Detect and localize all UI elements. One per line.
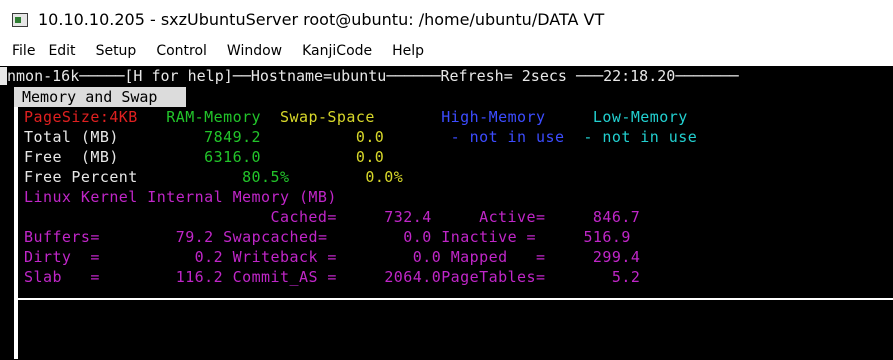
kernel-slab-row: Slab = 116.2 Commit_AS = 2064.0PageTable… [24, 267, 640, 287]
free-label: Free (MB) [24, 148, 119, 166]
header-sep: ─────── [675, 67, 739, 85]
window-titlebar: 10.10.10.205 - sxzUbuntuServer root@ubun… [0, 0, 893, 38]
commit-value: 2064.0 [384, 268, 442, 286]
kernel-dirty-row: Dirty = 0.2 Writeback = 0.0 Mapped = 299… [24, 247, 640, 267]
total-row: Total (MB) 7849.2 0.0 - not in use - not… [24, 127, 697, 147]
total-ram-value: 7849.2 [204, 128, 262, 146]
commit-label: Commit_AS = [232, 268, 337, 286]
header-sep: ────── [386, 67, 441, 85]
low-memory-header: Low-Memory [592, 108, 688, 126]
ram-memory-header: RAM-Memory [166, 108, 262, 126]
free-percent-row: Free Percent 80.5% 0.0% [24, 167, 403, 187]
window-title: 10.10.10.205 - sxzUbuntuServer root@ubun… [38, 10, 605, 29]
slab-label: Slab = [24, 268, 100, 286]
kernel-memory-title: Linux Kernel Internal Memory (MB) [24, 188, 337, 206]
kernel-cached-row: Cached= 732.4 Active= 846.7 [24, 207, 640, 227]
buffers-value: 79.2 [175, 228, 214, 246]
swapcached-label: Swapcached= [223, 228, 328, 246]
nmon-hostname: Hostname=ubuntu [250, 67, 387, 85]
slab-value: 116.2 [175, 268, 224, 286]
menu-bar: File Edit Setup Control Window KanjiCode… [0, 38, 893, 64]
swap-space-header: Swap-Space [280, 108, 375, 126]
nmon-program-name: nmon-16k [7, 67, 80, 85]
total-low-value: - not in use [583, 128, 698, 146]
writeback-value: 0.0 [412, 248, 442, 266]
section-border-left [14, 107, 18, 359]
mapped-label: Mapped = [450, 248, 546, 266]
free-percent-ram-value: 80.5% [242, 168, 290, 186]
memory-column-headers: PageSize:4KB RAM-Memory Swap-Space High-… [24, 107, 688, 127]
cached-value: 732.4 [384, 208, 432, 226]
menu-file[interactable]: File [0, 38, 35, 64]
free-percent-swap-value: 0.0% [365, 168, 404, 186]
nmon-clock: 22:18.20 [603, 67, 676, 85]
pagetables-value: 5.2 [611, 268, 641, 286]
menu-control[interactable]: Control [143, 38, 214, 64]
total-label: Total (MB) [24, 128, 119, 146]
cached-label: Cached= [270, 208, 337, 226]
inactive-value: 516.9 [583, 228, 631, 246]
menu-edit[interactable]: Edit [35, 38, 82, 64]
buffers-label: Buffers= [24, 228, 100, 246]
text-cursor [0, 67, 7, 85]
total-swap-value: 0.0 [355, 128, 385, 146]
terminal-app-icon[interactable] [12, 13, 28, 27]
menu-help[interactable]: Help [379, 38, 431, 64]
header-sep: ── [232, 67, 251, 85]
pagesize-label: PageSize:4KB [24, 108, 138, 126]
section-title: Memory and Swap [14, 87, 186, 107]
dirty-value: 0.2 [194, 248, 224, 266]
nmon-refresh: Refresh= 2secs [440, 67, 567, 85]
mapped-value: 299.4 [592, 248, 641, 266]
total-high-value: - not in use [450, 128, 565, 146]
free-percent-label: Free Percent [24, 168, 138, 186]
active-value: 846.7 [592, 208, 641, 226]
high-memory-header: High-Memory [441, 108, 546, 126]
nmon-help-hint: [H for help] [124, 67, 233, 85]
active-label: Active= [479, 208, 546, 226]
menu-setup[interactable]: Setup [83, 38, 144, 64]
free-swap-value: 0.0 [355, 148, 385, 166]
pagetables-label: PageTables= [441, 268, 546, 286]
terminal-screen[interactable]: nmon-16k─────[H for help]──Hostname=ubun… [0, 66, 893, 360]
free-row: Free (MB) 6316.0 0.0 [24, 147, 384, 167]
section-border-bottom [14, 298, 893, 300]
writeback-label: Writeback = [232, 248, 337, 266]
swapcached-value: 0.0 [403, 228, 432, 246]
header-sep: ───── [79, 67, 125, 85]
header-sep: ─── [566, 67, 604, 85]
free-ram-value: 6316.0 [204, 148, 262, 166]
nmon-header-line: nmon-16k─────[H for help]──Hostname=ubun… [0, 66, 739, 86]
kernel-buffers-row: Buffers= 79.2 Swapcached= 0.0 Inactive =… [24, 227, 631, 247]
menu-window[interactable]: Window [214, 38, 289, 64]
dirty-label: Dirty = [24, 248, 100, 266]
inactive-label: Inactive = [441, 228, 537, 246]
menu-kanjicode[interactable]: KanjiCode [289, 38, 379, 64]
